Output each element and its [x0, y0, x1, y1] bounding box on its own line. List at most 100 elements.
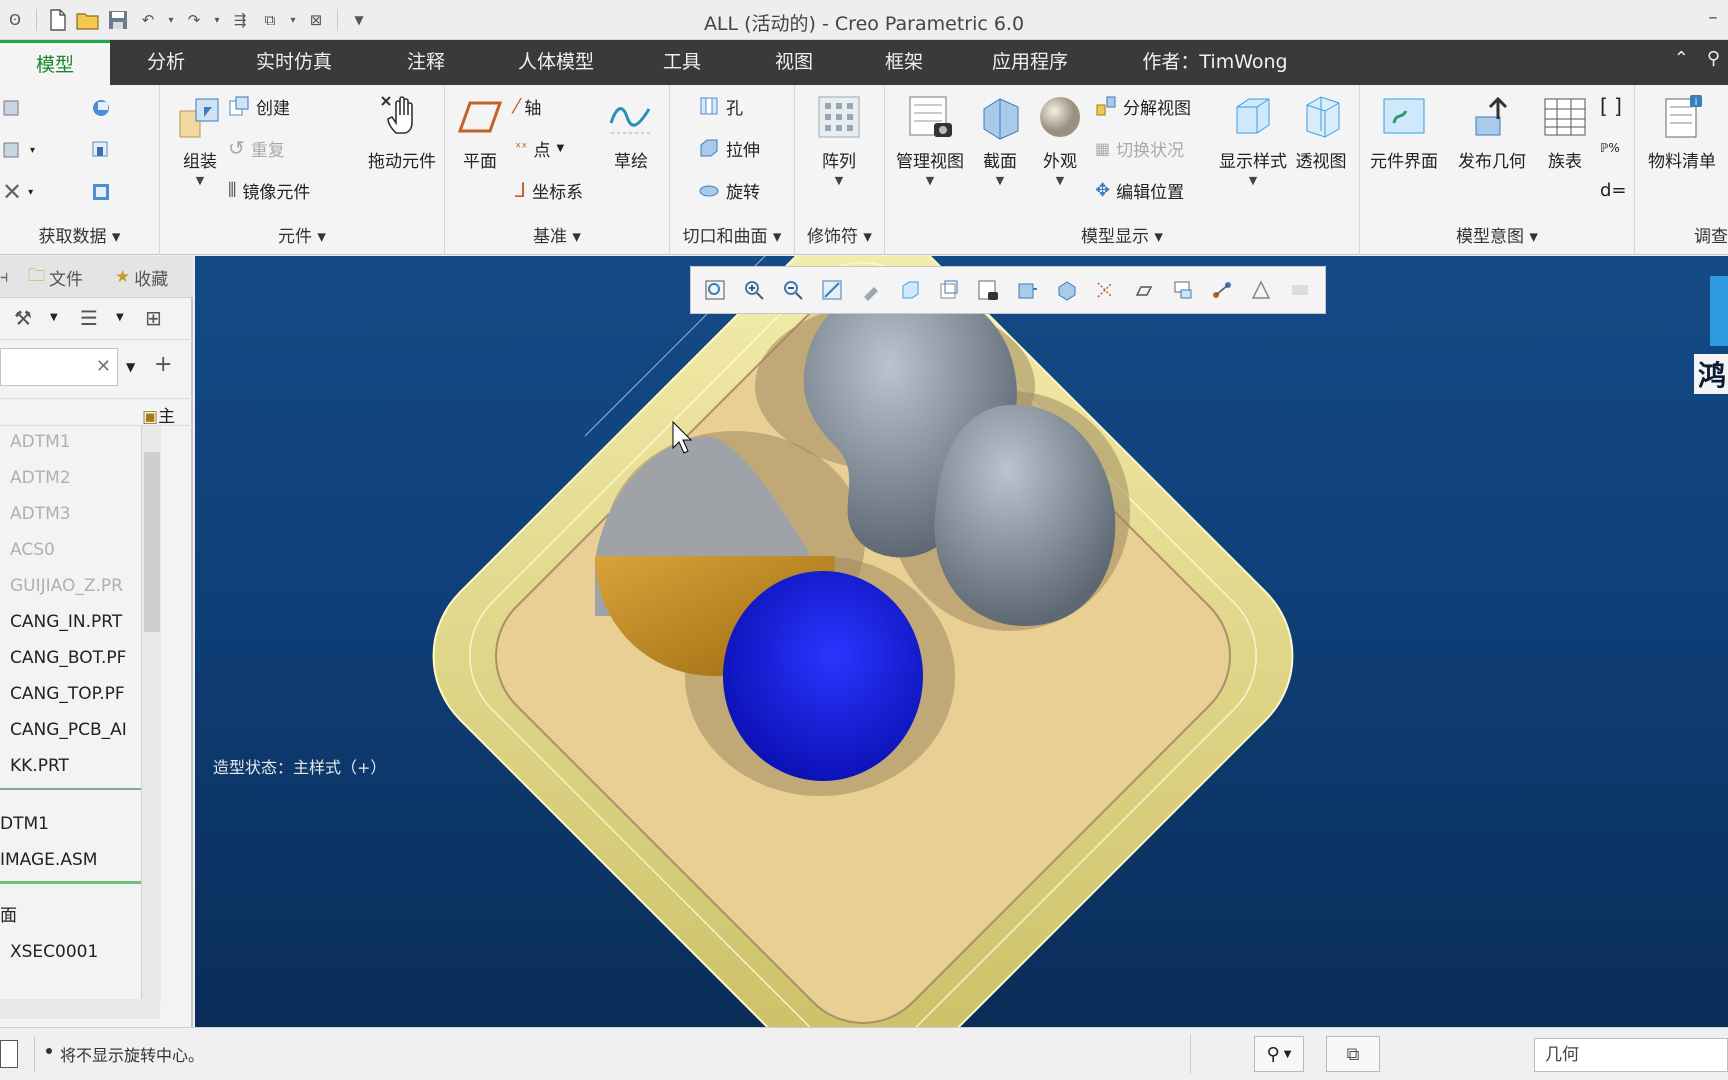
- tree-item[interactable]: DTM1: [0, 808, 160, 840]
- add-icon[interactable]: +: [154, 352, 172, 377]
- display-style-button[interactable]: 显示样式 ▼: [1213, 93, 1293, 187]
- toggle-status-button[interactable]: ▦ 切换状况: [1095, 133, 1184, 163]
- insert-here-marker[interactable]: [0, 881, 160, 884]
- datum-display-icon[interactable]: [1091, 276, 1119, 304]
- notes-icon[interactable]: [1286, 276, 1314, 304]
- tree-search-input[interactable]: ✕: [0, 348, 118, 386]
- tree-item[interactable]: ADTM1: [0, 426, 160, 458]
- tab-tools[interactable]: 工具: [640, 40, 724, 85]
- bom-button[interactable]: i 物料清单: [1639, 93, 1725, 172]
- pattern-button[interactable]: 阵列 ▼: [803, 93, 875, 187]
- selection-buffer-button[interactable]: ⧉: [1326, 1036, 1380, 1072]
- group-label-cut-surface[interactable]: 切口和曲面 ▾: [670, 222, 794, 247]
- collapse-ribbon-icon[interactable]: ⌃: [1674, 48, 1689, 69]
- relations-button[interactable]: [ ]: [1600, 91, 1622, 121]
- create-button[interactable]: 创建: [228, 91, 290, 121]
- group-label-modifiers[interactable]: 修饰符 ▾: [795, 222, 884, 247]
- minimize-button[interactable]: –: [1698, 0, 1728, 40]
- tab-live-simulation[interactable]: 实时仿真: [238, 40, 350, 85]
- coordinate-system-button[interactable]: ⅃ 坐标系: [515, 175, 583, 205]
- d-equals-button[interactable]: d=: [1600, 175, 1627, 205]
- zoom-out-icon[interactable]: [779, 276, 807, 304]
- tree-item[interactable]: GUIJIAO_Z.PR: [0, 570, 160, 602]
- dropdown-arrow-icon[interactable]: ▼: [116, 312, 124, 323]
- hole-button[interactable]: 孔: [698, 91, 743, 121]
- delete-button[interactable]: ✕ ▾: [2, 177, 33, 207]
- show-hide-icon[interactable]: ⊞: [145, 306, 162, 330]
- component-interface-button[interactable]: 元件界面: [1360, 93, 1448, 172]
- copy-geometry-button[interactable]: [2, 93, 24, 123]
- saved-views-icon[interactable]: [935, 276, 963, 304]
- shrinkwrap-button[interactable]: ▾: [2, 135, 35, 165]
- graphics-toggle-icon[interactable]: [0, 1040, 18, 1068]
- tree-settings-icon[interactable]: ⚒: [14, 306, 32, 330]
- display-style-icon[interactable]: [896, 276, 924, 304]
- exploded-view-button[interactable]: 分解视图: [1095, 91, 1191, 121]
- section-icon[interactable]: [1013, 276, 1041, 304]
- copy-button[interactable]: [90, 135, 112, 165]
- plane-button[interactable]: 平面: [445, 93, 515, 172]
- selection-filter-select[interactable]: 几何: [1534, 1038, 1728, 1072]
- group-label-component[interactable]: 元件 ▾: [160, 222, 444, 247]
- tree-item[interactable]: CANG_IN.PRT: [0, 606, 160, 638]
- paste-button[interactable]: [90, 177, 112, 207]
- tree-item[interactable]: CANG_PCB_AI: [0, 714, 160, 746]
- spin-center-icon[interactable]: [1130, 276, 1158, 304]
- model-3d-view[interactable]: [195, 256, 1728, 1027]
- dropdown-arrow-icon[interactable]: ▼: [50, 312, 58, 323]
- folder-browser-tab[interactable]: 🗀 文件: [28, 264, 83, 290]
- graphics-window[interactable]: 造型状态：主样式（+） 鸿: [195, 256, 1728, 1027]
- revolve-button[interactable]: 旋转: [698, 175, 760, 205]
- group-label-model-display[interactable]: 模型显示 ▾: [885, 222, 1359, 247]
- tree-item[interactable]: XSEC0001: [0, 936, 160, 968]
- tree-vertical-scrollbar[interactable]: [141, 426, 161, 1001]
- search-dropdown-icon[interactable]: ▼: [126, 360, 135, 374]
- tab-analysis[interactable]: 分析: [120, 40, 212, 85]
- perspective-button[interactable]: 透视图: [1285, 93, 1357, 172]
- tree-item[interactable]: CANG_TOP.PF: [0, 678, 160, 710]
- tree-horizontal-scrollbar[interactable]: [0, 999, 160, 1019]
- appearance-button[interactable]: 外观 ▼: [1025, 93, 1095, 187]
- publish-geometry-button[interactable]: 发布几何: [1450, 93, 1534, 172]
- annotation-icon[interactable]: [1169, 276, 1197, 304]
- tab-manikin[interactable]: 人体模型: [500, 40, 612, 85]
- tab-author[interactable]: 作者：TimWong: [1130, 40, 1300, 85]
- tree-item[interactable]: ADTM3: [0, 498, 160, 530]
- tree-filters-icon[interactable]: ☰: [80, 306, 98, 330]
- tree-item[interactable]: KK.PRT: [0, 750, 160, 782]
- tab-applications[interactable]: 应用程序: [974, 40, 1086, 85]
- refit-icon[interactable]: [701, 276, 729, 304]
- tree-item[interactable]: IMAGE.ASM: [0, 844, 160, 876]
- repaint-icon[interactable]: [818, 276, 846, 304]
- parameters-button[interactable]: ℙ%: [1600, 133, 1620, 163]
- zoom-in-icon[interactable]: [740, 276, 768, 304]
- tree-header-main[interactable]: ▣主: [142, 402, 175, 427]
- tree-item[interactable]: ACS0: [0, 534, 160, 566]
- drag-component-button[interactable]: 拖动元件: [360, 93, 444, 172]
- clear-search-icon[interactable]: ✕: [96, 356, 111, 377]
- view-manager-icon[interactable]: [974, 276, 1002, 304]
- favorites-tab[interactable]: ★ 收藏: [115, 264, 168, 290]
- edit-position-button[interactable]: ✥ 编辑位置: [1095, 175, 1184, 205]
- layer-icon[interactable]: [1208, 276, 1236, 304]
- scrollbar-thumb[interactable]: [144, 452, 160, 632]
- tree-item[interactable]: CANG_BOT.PF: [0, 642, 160, 674]
- manage-views-button[interactable]: 管理视图 ▼: [885, 93, 975, 187]
- tab-model[interactable]: 模型: [0, 40, 110, 85]
- appearance-icon[interactable]: [1052, 276, 1080, 304]
- group-label-get-data[interactable]: 获取数据 ▾: [0, 222, 159, 247]
- mirror-component-button[interactable]: ⫴ 镜像元件: [228, 175, 310, 205]
- model-tree-tab[interactable]: ⫞: [0, 264, 9, 290]
- pan-icon[interactable]: [857, 276, 885, 304]
- extrude-button[interactable]: 拉伸: [698, 133, 760, 163]
- group-label-datum[interactable]: 基准 ▾: [445, 222, 669, 247]
- tab-view[interactable]: 视图: [752, 40, 836, 85]
- repeat-button[interactable]: ↺ 重复: [228, 133, 285, 163]
- sketch-button[interactable]: 草绘: [595, 93, 667, 172]
- tree-item[interactable]: 面: [0, 900, 160, 932]
- group-label-model-intent[interactable]: 模型意图 ▾: [1360, 222, 1634, 247]
- assemble-button[interactable]: 组装 ▼: [164, 93, 236, 187]
- tab-annotate[interactable]: 注释: [380, 40, 472, 85]
- group-label-investigate[interactable]: 调查: [1635, 222, 1728, 247]
- snap-icon[interactable]: [1247, 276, 1275, 304]
